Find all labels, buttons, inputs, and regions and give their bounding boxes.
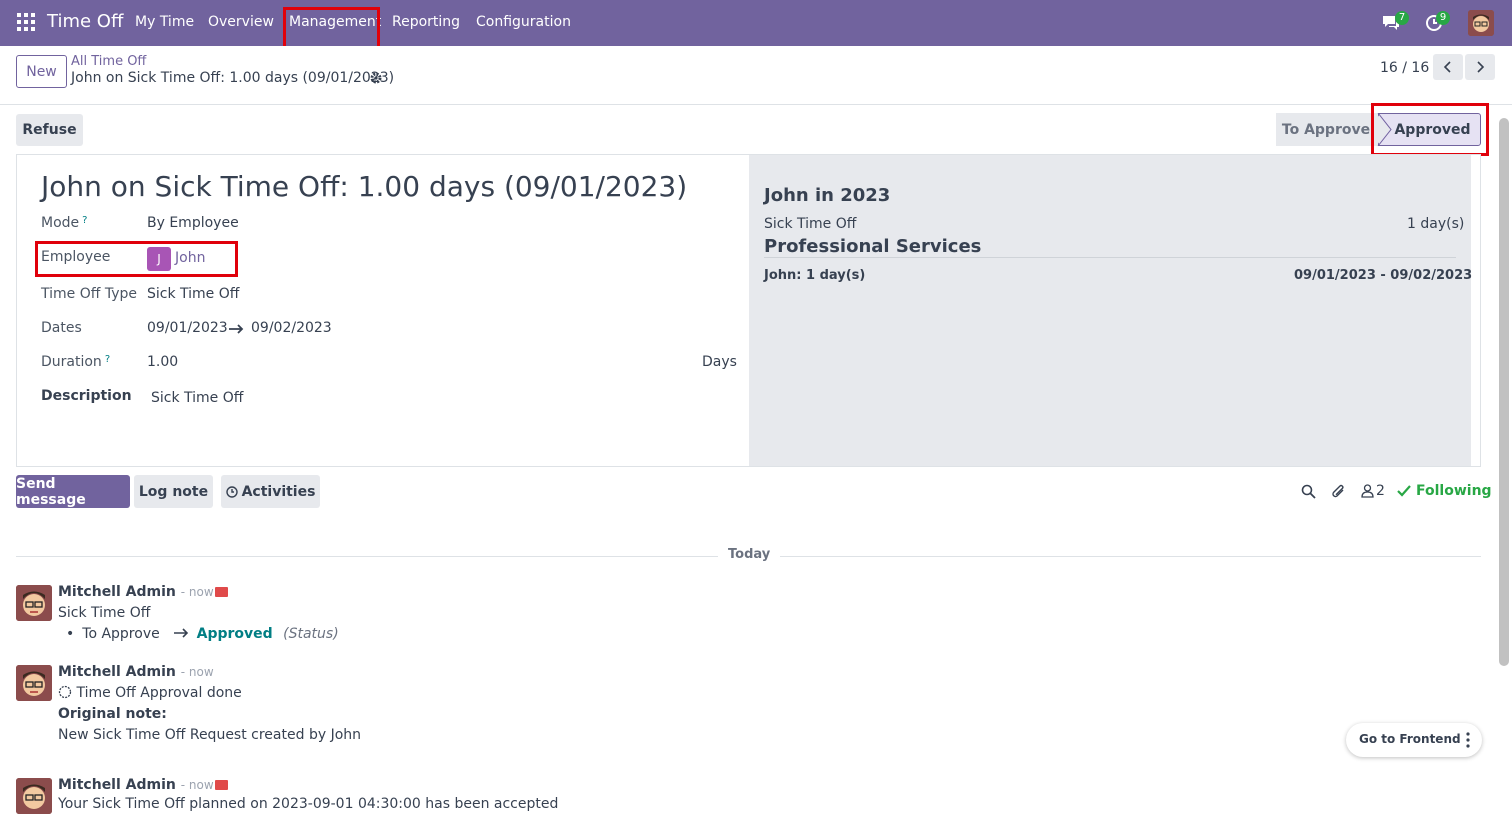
send-message-button[interactable]: Send message xyxy=(16,475,130,508)
envelope-icon xyxy=(215,780,228,790)
messages-badge: 7 xyxy=(1395,11,1409,25)
employee-avatar: J xyxy=(147,247,171,271)
more-options-icon[interactable] xyxy=(1466,732,1470,748)
original-note: New Sick Time Off Request created by Joh… xyxy=(58,727,362,743)
user-avatar[interactable] xyxy=(1468,10,1494,36)
top-navbar: Time Off My Time Overview Management Rep… xyxy=(0,0,1512,46)
control-panel: New All Time Off John on Sick Time Off: … xyxy=(0,46,1512,105)
duration-value[interactable]: 1.00 xyxy=(147,354,178,370)
activities-label: Activities xyxy=(241,483,316,500)
message-body: Sick Time Off xyxy=(58,605,151,621)
go-to-frontend-button[interactable]: Go to Frontend xyxy=(1359,732,1461,746)
arrow-right-icon xyxy=(174,628,189,638)
log-note-button[interactable]: Log note xyxy=(134,475,213,508)
message-author: Mitchell Admin - now xyxy=(58,777,214,793)
stage-to-approve[interactable]: To Approve xyxy=(1276,113,1386,146)
tracking-field: (Status) xyxy=(283,626,339,642)
breadcrumb-current: John on Sick Time Off: 1.00 days (09/01/… xyxy=(71,70,395,86)
menu-configuration[interactable]: Configuration xyxy=(476,14,571,30)
stage-arrow-icon xyxy=(1376,113,1392,146)
pager-next-button[interactable] xyxy=(1465,54,1495,80)
arrow-right-icon xyxy=(229,324,244,334)
avatar[interactable] xyxy=(16,665,52,701)
pager-previous-button[interactable] xyxy=(1433,54,1463,80)
chevron-left-icon xyxy=(1443,61,1451,73)
summary-line-label: John: 1 day(s) xyxy=(764,268,866,283)
menu-overview[interactable]: Overview xyxy=(208,14,274,30)
clock-icon xyxy=(225,485,238,498)
summary-department: Professional Services xyxy=(764,236,982,257)
summary-divider xyxy=(764,257,1456,258)
activities-badge: 9 xyxy=(1436,11,1450,25)
refuse-button[interactable]: Refuse xyxy=(16,114,83,146)
mode-label: Mode? xyxy=(41,215,88,231)
description-label: Description xyxy=(41,388,132,404)
summary-line-dates: 09/01/2023 - 09/02/2023 xyxy=(1294,268,1473,283)
summary-heading: John in 2023 xyxy=(764,185,891,206)
today-label: Today xyxy=(718,547,781,562)
new-button[interactable]: New xyxy=(16,55,67,88)
apps-menu-icon[interactable] xyxy=(17,13,35,31)
followers-count[interactable]: 2 xyxy=(1376,483,1385,499)
app-title[interactable]: Time Off xyxy=(47,11,123,32)
scrollbar[interactable] xyxy=(1499,118,1509,666)
avatar[interactable] xyxy=(16,585,52,621)
tracking-line: • To Approve Approved (Status) xyxy=(66,626,339,642)
message-author: Mitchell Admin - now xyxy=(58,584,214,600)
paperclip-icon[interactable] xyxy=(1331,483,1347,500)
menu-management[interactable]: Management xyxy=(289,14,381,30)
menu-my-time[interactable]: My Time xyxy=(135,14,194,30)
tracking-new-value: Approved xyxy=(196,626,273,642)
pager-value[interactable]: 16 / 16 xyxy=(1380,60,1429,76)
summary-type-days: 1 day(s) xyxy=(1407,216,1465,232)
message-body: Your Sick Time Off planned on 2023-09-01… xyxy=(58,796,559,812)
search-icon[interactable] xyxy=(1301,484,1316,499)
followers-icon[interactable] xyxy=(1361,484,1374,498)
breadcrumb-parent[interactable]: All Time Off xyxy=(71,54,146,69)
message-author: Mitchell Admin - now xyxy=(58,664,214,680)
time-off-type-label: Time Off Type xyxy=(41,286,137,302)
dates-label: Dates xyxy=(41,320,82,336)
summary-type: Sick Time Off xyxy=(764,216,857,232)
original-note-label: Original note: xyxy=(58,706,167,722)
go-to-frontend-widget: Go to Frontend xyxy=(1346,723,1482,757)
stage-approved[interactable]: Approved xyxy=(1378,113,1481,146)
check-icon xyxy=(1397,485,1411,497)
employee-label: Employee xyxy=(41,249,111,265)
envelope-icon xyxy=(215,587,228,597)
tracking-old-value: To Approve xyxy=(82,626,160,642)
help-icon[interactable]: ? xyxy=(82,215,87,226)
duration-label: Duration? xyxy=(41,354,111,370)
menu-reporting[interactable]: Reporting xyxy=(392,14,460,30)
date-from-value[interactable]: 09/01/2023 xyxy=(147,320,228,336)
gear-icon[interactable] xyxy=(369,71,383,85)
following-button[interactable]: Following xyxy=(1416,483,1492,499)
time-off-type-value[interactable]: Sick Time Off xyxy=(147,286,239,302)
form-statusbar: Refuse To Approve Approved xyxy=(0,105,1512,155)
description-value[interactable]: Sick Time Off xyxy=(151,390,243,406)
record-title: John on Sick Time Off: 1.00 days (09/01/… xyxy=(41,170,688,203)
date-to-value[interactable]: 09/02/2023 xyxy=(251,320,332,336)
duration-unit: Days xyxy=(702,354,737,370)
mode-value[interactable]: By Employee xyxy=(147,215,239,231)
activities-button[interactable]: Activities xyxy=(221,475,320,508)
chevron-right-icon xyxy=(1477,61,1485,73)
employee-value[interactable]: John xyxy=(175,250,205,266)
help-icon[interactable]: ? xyxy=(105,354,110,365)
activity-done-icon xyxy=(58,685,72,699)
avatar[interactable] xyxy=(16,778,52,814)
message-body: Time Off Approval done xyxy=(58,685,242,701)
